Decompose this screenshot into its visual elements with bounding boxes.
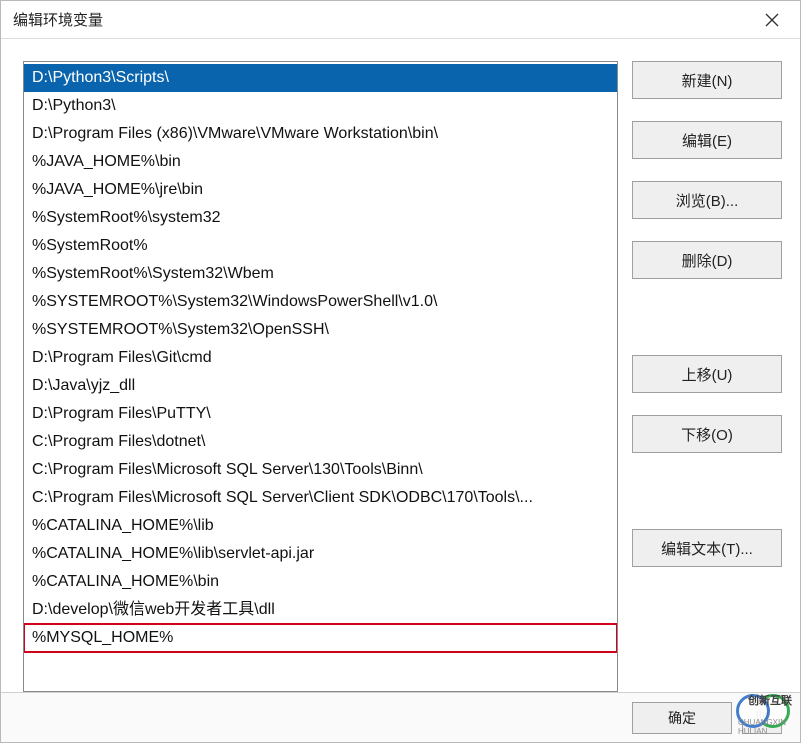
list-item[interactable]: D:\Program Files\PuTTY\ — [24, 400, 617, 428]
cancel-button[interactable]: 取 — [742, 702, 782, 734]
list-item[interactable]: %JAVA_HOME%\jre\bin — [24, 176, 617, 204]
moveup-button[interactable]: 上移(U) — [632, 355, 782, 393]
edittext-button[interactable]: 编辑文本(T)... — [632, 529, 782, 567]
list-item[interactable]: D:\Program Files (x86)\VMware\VMware Wor… — [24, 120, 617, 148]
list-item[interactable]: D:\Python3\Scripts\ — [24, 64, 617, 92]
list-item[interactable]: C:\Program Files\Microsoft SQL Server\Cl… — [24, 484, 617, 512]
list-item[interactable]: %SystemRoot% — [24, 232, 617, 260]
dialog-footer: 确定 取 — [1, 692, 800, 742]
list-item[interactable]: C:\Program Files\Microsoft SQL Server\13… — [24, 456, 617, 484]
list-item[interactable]: C:\Program Files\dotnet\ — [24, 428, 617, 456]
dialog-window: 编辑环境变量 D:\Python3\Scripts\D:\Python3\D:\… — [0, 0, 801, 743]
list-item[interactable]: D:\Java\yjz_dll — [24, 372, 617, 400]
button-sidebar: 新建(N) 编辑(E) 浏览(B)... 删除(D) 上移(U) 下移(O) 编… — [632, 61, 782, 692]
list-item[interactable]: %CATALINA_HOME%\lib — [24, 512, 617, 540]
close-icon[interactable] — [756, 4, 788, 36]
list-item[interactable]: D:\Python3\ — [24, 92, 617, 120]
list-item[interactable]: %SYSTEMROOT%\System32\OpenSSH\ — [24, 316, 617, 344]
list-item[interactable]: %JAVA_HOME%\bin — [24, 148, 617, 176]
path-listbox[interactable]: D:\Python3\Scripts\D:\Python3\D:\Program… — [23, 61, 618, 692]
list-item[interactable]: %CATALINA_HOME%\lib\servlet-api.jar — [24, 540, 617, 568]
window-title: 编辑环境变量 — [13, 9, 756, 30]
new-button[interactable]: 新建(N) — [632, 61, 782, 99]
titlebar: 编辑环境变量 — [1, 1, 800, 39]
dialog-content: D:\Python3\Scripts\D:\Python3\D:\Program… — [1, 39, 800, 692]
list-item[interactable]: %MYSQL_HOME% — [24, 624, 617, 652]
delete-button[interactable]: 删除(D) — [632, 241, 782, 279]
list-item[interactable]: D:\develop\微信web开发者工具\dll — [24, 596, 617, 624]
ok-button[interactable]: 确定 — [632, 702, 732, 734]
list-item[interactable]: %SYSTEMROOT%\System32\WindowsPowerShell\… — [24, 288, 617, 316]
list-item[interactable]: %CATALINA_HOME%\bin — [24, 568, 617, 596]
browse-button[interactable]: 浏览(B)... — [632, 181, 782, 219]
movedown-button[interactable]: 下移(O) — [632, 415, 782, 453]
list-item[interactable]: %SystemRoot%\System32\Wbem — [24, 260, 617, 288]
list-item[interactable]: %SystemRoot%\system32 — [24, 204, 617, 232]
list-item[interactable]: D:\Program Files\Git\cmd — [24, 344, 617, 372]
edit-button[interactable]: 编辑(E) — [632, 121, 782, 159]
